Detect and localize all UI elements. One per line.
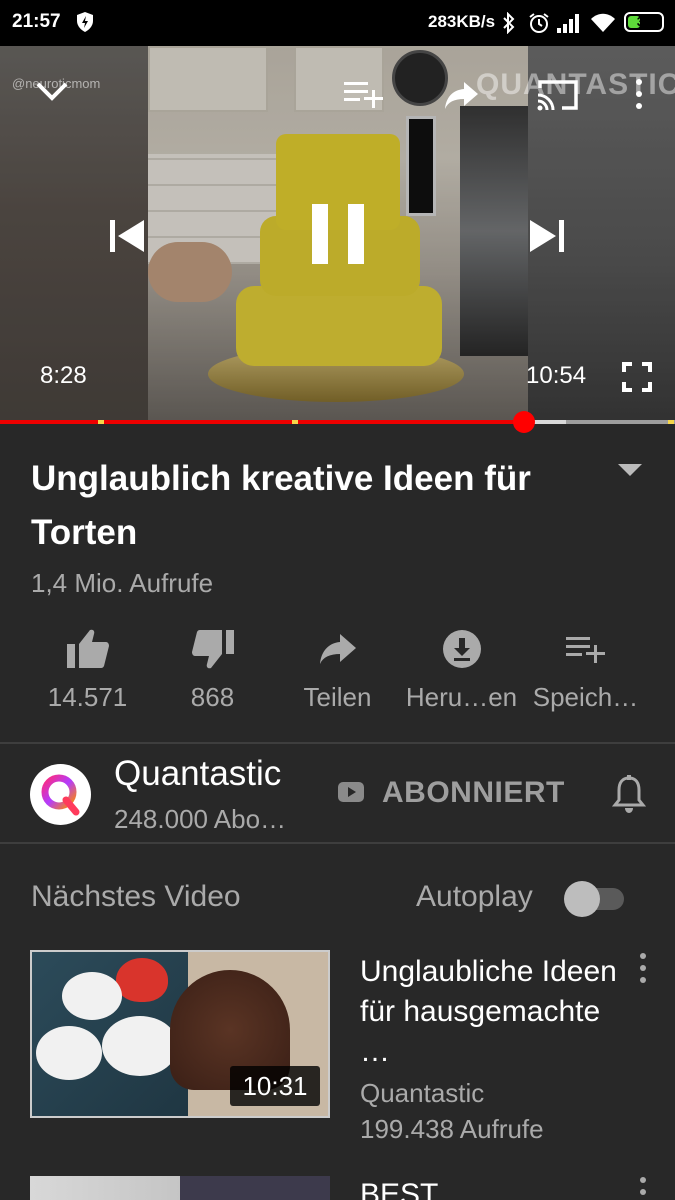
- signal-icon: [557, 14, 579, 33]
- cast-icon[interactable]: [536, 78, 580, 112]
- share-label: Teilen: [303, 682, 372, 712]
- save-button[interactable]: Speich…: [518, 622, 653, 713]
- toggle-knob: [564, 881, 600, 917]
- like-icon: [66, 629, 109, 668]
- seek-bar[interactable]: [0, 411, 675, 433]
- alarm-icon: [529, 13, 549, 33]
- network-speed: 283KB/s: [428, 12, 496, 31]
- channel-avatar[interactable]: [30, 764, 91, 825]
- bluetooth-icon: [503, 12, 515, 34]
- subscribed-button[interactable]: ABONNIERT: [382, 776, 565, 810]
- next-video-title[interactable]: BEST: [360, 1178, 438, 1200]
- status-bar: 21:57 283KB/s 39: [0, 0, 675, 46]
- divider: [0, 742, 675, 744]
- more-vert-icon[interactable]: [632, 78, 646, 110]
- next-icon[interactable]: [528, 216, 568, 256]
- channel-name[interactable]: Quantastic: [114, 754, 281, 794]
- fullscreen-icon[interactable]: [622, 362, 652, 392]
- youtube-icon: [338, 782, 364, 802]
- total-time: 10:54: [526, 362, 587, 389]
- subscriber-count: 248.000 Abo…: [114, 804, 287, 834]
- dislike-button[interactable]: 868: [145, 622, 280, 713]
- next-video-channel: Quantastic: [360, 1078, 485, 1108]
- current-time: 8:28: [40, 362, 87, 389]
- dislike-icon: [191, 630, 234, 669]
- battery-icon: 39: [624, 12, 664, 32]
- quantastic-logo-icon: [41, 774, 80, 816]
- up-next-label: Nächstes Video: [31, 880, 241, 913]
- share-button[interactable]: Teilen: [270, 622, 405, 713]
- save-label: Speich…: [532, 682, 639, 712]
- download-label: Heru…en: [405, 682, 518, 712]
- shield-icon: [77, 12, 93, 32]
- more-vert-icon[interactable]: [636, 1176, 650, 1200]
- seek-handle[interactable]: [513, 411, 536, 433]
- chapter-marker: [291, 420, 298, 424]
- autoplay-toggle[interactable]: [564, 881, 624, 917]
- download-button[interactable]: Heru…en: [394, 622, 529, 713]
- download-icon: [442, 630, 481, 668]
- action-bar: 14.571 868 Teilen Heru…en Speich…: [0, 622, 675, 722]
- collapse-icon[interactable]: [34, 78, 70, 104]
- like-count: 14.571: [47, 682, 128, 712]
- expand-description-icon[interactable]: [616, 462, 644, 478]
- more-vert-icon[interactable]: [636, 952, 650, 984]
- share-icon: [319, 634, 356, 664]
- divider: [0, 842, 675, 844]
- pause-icon[interactable]: [310, 202, 366, 266]
- chapter-marker: [668, 420, 675, 424]
- status-time: 21:57: [12, 11, 61, 32]
- wifi-icon: [591, 13, 615, 32]
- like-button[interactable]: 14.571: [20, 622, 155, 713]
- video-duration: 10:31: [230, 1066, 320, 1106]
- share-icon[interactable]: [444, 80, 480, 110]
- video-title: Unglaublich kreative Ideen für Torten: [31, 459, 531, 552]
- video-player[interactable]: @neuroticmom QUANTASTIC 8:28 10:54: [0, 46, 675, 422]
- next-video-title[interactable]: Unglaubliche Ideen für hausgemachte …: [360, 952, 630, 1072]
- next-video-views: 199.438 Aufrufe: [360, 1114, 544, 1144]
- notification-bell-icon[interactable]: [612, 774, 646, 814]
- battery-level: 39: [636, 14, 652, 29]
- save-playlist-icon: [565, 637, 605, 663]
- chapter-marker: [97, 420, 104, 424]
- autoplay-label: Autoplay: [416, 880, 533, 913]
- add-to-queue-icon[interactable]: [344, 78, 384, 110]
- video-thumbnail[interactable]: [30, 1176, 330, 1200]
- played-bar: [0, 420, 525, 424]
- view-count: 1,4 Mio. Aufrufe: [31, 568, 214, 598]
- previous-icon[interactable]: [106, 216, 146, 256]
- dislike-count: 868: [190, 682, 235, 712]
